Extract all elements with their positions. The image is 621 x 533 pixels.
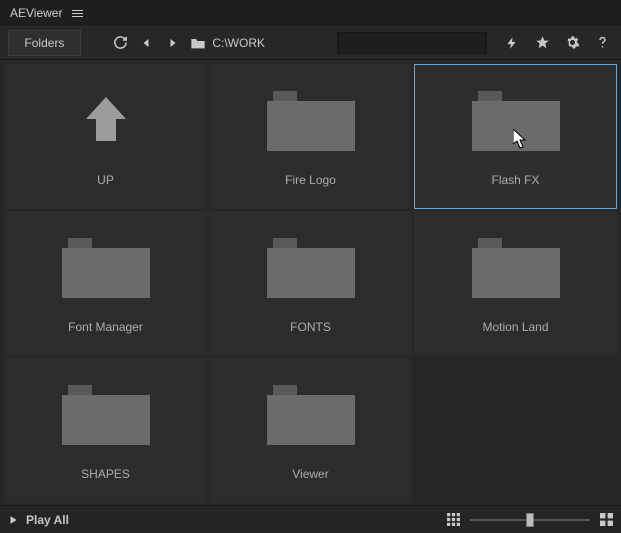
gear-icon (565, 35, 580, 50)
settings-button[interactable] (561, 30, 583, 56)
quick-action-button[interactable] (501, 30, 523, 56)
search-input[interactable] (350, 36, 505, 50)
folder-icon (267, 87, 355, 151)
folder-icon (62, 381, 150, 445)
folder-icon (267, 234, 355, 298)
folder-item[interactable]: Font Manager (4, 211, 207, 356)
grid-large-icon (600, 513, 613, 526)
back-button[interactable] (137, 30, 157, 56)
content-area[interactable]: UP Fire Logo Flash FX Font Manager FONTS… (0, 60, 621, 505)
footer: Play All (0, 505, 621, 533)
thumb-size-slider[interactable] (470, 519, 590, 521)
help-icon (595, 35, 610, 50)
folder-item[interactable]: FONTS (209, 211, 412, 356)
thumb-size-control (470, 519, 590, 521)
favorites-button[interactable] (531, 30, 553, 56)
folder-label: Viewer (292, 467, 328, 481)
arrow-left-icon (141, 37, 153, 49)
refresh-icon (113, 35, 128, 50)
forward-button[interactable] (163, 30, 183, 56)
folder-label: Flash FX (491, 173, 539, 187)
folder-icon (472, 234, 560, 298)
up-arrow-icon (62, 87, 150, 151)
folder-label: Fire Logo (285, 173, 336, 187)
play-all-button[interactable]: Play All (8, 513, 69, 527)
path-display[interactable]: C:\WORK (190, 36, 265, 50)
arrow-right-icon (166, 37, 178, 49)
folder-item[interactable]: Motion Land (414, 211, 617, 356)
folder-icon (62, 234, 150, 298)
path-text: C:\WORK (212, 36, 265, 50)
help-button[interactable] (591, 30, 613, 56)
menu-icon[interactable] (72, 10, 83, 17)
folder-icon (472, 87, 560, 151)
grid-small-icon (447, 513, 460, 526)
view-large-button[interactable] (600, 507, 613, 533)
star-icon (535, 35, 550, 50)
folder-label: Motion Land (482, 320, 548, 334)
folder-icon (190, 36, 206, 50)
folder-label: UP (97, 173, 114, 187)
refresh-button[interactable] (111, 30, 131, 56)
toolbar: Folders C:\WORK (0, 26, 621, 60)
folder-item[interactable]: Fire Logo (209, 64, 412, 209)
toolbar-right-icons (501, 30, 613, 56)
search-box[interactable] (337, 32, 487, 54)
folder-label: SHAPES (81, 467, 130, 481)
bolt-icon (505, 35, 519, 51)
folder-item[interactable]: SHAPES (4, 358, 207, 503)
folder-item-up[interactable]: UP (4, 64, 207, 209)
folder-grid: UP Fire Logo Flash FX Font Manager FONTS… (4, 64, 617, 503)
folder-label: Font Manager (68, 320, 143, 334)
folder-label: FONTS (290, 320, 331, 334)
folder-item[interactable]: Viewer (209, 358, 412, 503)
folder-icon (267, 381, 355, 445)
folders-button[interactable]: Folders (8, 30, 81, 56)
title-bar: AEViewer (0, 0, 621, 26)
view-small-button[interactable] (447, 507, 460, 533)
app-title: AEViewer (10, 6, 62, 20)
play-all-label: Play All (26, 513, 69, 527)
folder-item[interactable]: Flash FX (414, 64, 617, 209)
play-icon (8, 514, 18, 526)
